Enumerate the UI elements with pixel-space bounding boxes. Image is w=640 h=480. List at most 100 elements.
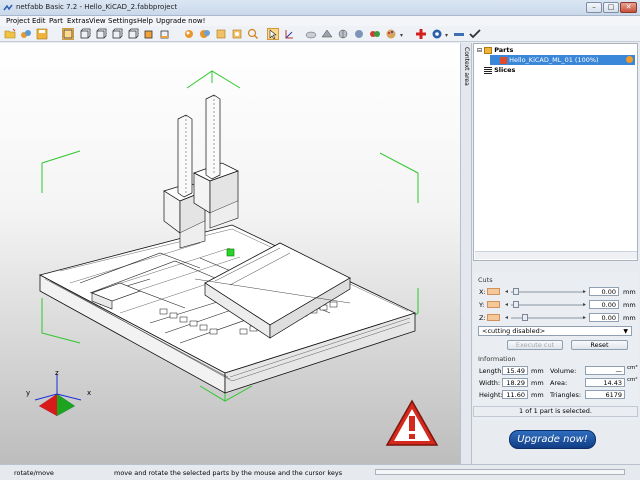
menu-upgrade-now[interactable]: Upgrade now! xyxy=(156,17,205,25)
maximize-button[interactable]: □ xyxy=(603,2,619,13)
cut-z-left-arrow[interactable]: ◂ xyxy=(505,314,508,321)
selection-status: 1 of 1 part is selected. xyxy=(473,406,638,417)
window-title: netfabb Basic 7.2 - Hello_KiCAD_2.fabbpr… xyxy=(16,3,178,11)
repair-icon[interactable] xyxy=(353,28,365,40)
analysis-icon[interactable] xyxy=(337,28,349,40)
context-area-label: Context area xyxy=(463,47,470,86)
boolean-icon[interactable] xyxy=(369,28,381,40)
close-button[interactable]: ✕ xyxy=(620,2,637,13)
magnifier-icon[interactable] xyxy=(247,28,259,40)
settings-icon[interactable] xyxy=(431,28,443,40)
cut-x-unit: mm xyxy=(623,288,636,296)
cut-y-unit: mm xyxy=(623,301,636,309)
project-tree: ⊟ Parts Hello_KiCAD_ML_01 (100%) Slices xyxy=(473,43,638,261)
cut-x-slider-track[interactable] xyxy=(511,291,585,293)
properties-panel: Cuts X: ◂ ▸ 0.00 mm Y: ◂ ▸ 0.00 mm Z: ◂ … xyxy=(473,272,638,420)
area-value: 14.43 xyxy=(585,378,625,387)
warning-icon[interactable] xyxy=(384,398,440,448)
menu-edit[interactable]: Edit xyxy=(32,17,46,25)
length-value: 15.49 xyxy=(502,366,528,375)
status-bar: rotate/move move and rotate the selected… xyxy=(0,464,640,480)
cut-x-right-arrow[interactable]: ▸ xyxy=(583,288,586,295)
toolbar: ▾ ▾ xyxy=(0,26,640,42)
gizmo-z-label: z xyxy=(55,369,59,377)
zoom-part-icon[interactable] xyxy=(215,28,227,40)
cut-x-label: X: xyxy=(479,288,486,296)
rotate-tool-icon[interactable] xyxy=(283,28,295,40)
cut-x-slider-thumb[interactable] xyxy=(513,288,519,295)
palette-dropdown-icon[interactable]: ▾ xyxy=(400,32,403,39)
reset-button[interactable]: Reset xyxy=(571,340,628,350)
view-back-icon[interactable] xyxy=(95,28,107,40)
chevron-down-icon: ▼ xyxy=(623,328,628,335)
view-top-icon[interactable] xyxy=(143,28,155,40)
volume-unit: cm³ xyxy=(627,365,638,371)
cut-x-left-arrow[interactable]: ◂ xyxy=(505,288,508,295)
checkmark-icon[interactable] xyxy=(469,28,481,40)
add-part-icon[interactable] xyxy=(20,28,32,40)
width-unit: mm xyxy=(531,379,544,387)
add-cross-icon[interactable] xyxy=(415,28,427,40)
menu-project[interactable]: Project xyxy=(6,17,30,25)
view-right-icon[interactable] xyxy=(127,28,139,40)
menu-extras[interactable]: Extras xyxy=(67,17,89,25)
minimize-button[interactable]: – xyxy=(586,2,602,13)
minus-icon[interactable] xyxy=(453,28,465,40)
select-pointer-button[interactable] xyxy=(267,28,279,40)
gizmo-y-label: y xyxy=(26,389,30,397)
menu-help[interactable]: Help xyxy=(137,17,153,25)
menu-view[interactable]: View xyxy=(89,17,106,25)
netfabb-logo-icon xyxy=(3,4,13,11)
view-front-icon[interactable] xyxy=(79,28,91,40)
area-unit: cm² xyxy=(627,377,638,383)
section-icon[interactable] xyxy=(321,28,333,40)
open-folder-icon[interactable] xyxy=(4,28,16,40)
cut-y-left-arrow[interactable]: ◂ xyxy=(505,301,508,308)
status-hint: move and rotate the selected parts by th… xyxy=(114,469,343,477)
gizmo-x-label: x xyxy=(87,389,91,397)
cut-y-right-arrow[interactable]: ▸ xyxy=(583,301,586,308)
status-progress-bar xyxy=(375,469,625,475)
zoom-all-icon[interactable] xyxy=(183,28,195,40)
cut-z-slider-thumb[interactable] xyxy=(522,314,528,321)
cut-y-slider-track[interactable] xyxy=(511,304,585,306)
cut-y-value[interactable]: 0.00 xyxy=(589,300,619,309)
context-area-tab[interactable]: Context area xyxy=(460,43,472,464)
tree-part-label: Hello_KiCAD_ML_01 (100%) xyxy=(509,56,599,64)
execute-cut-button[interactable]: Execute cut xyxy=(507,340,563,350)
tree-horizontal-scrollbar[interactable] xyxy=(475,251,637,259)
cut-z-right-arrow[interactable]: ▸ xyxy=(583,314,586,321)
height-value: 11.60 xyxy=(502,390,528,399)
cut-y-slider-thumb[interactable] xyxy=(513,301,519,308)
menu-settings[interactable]: Settings xyxy=(108,17,137,25)
cut-z-value[interactable]: 0.00 xyxy=(589,313,619,322)
cut-x-color[interactable] xyxy=(487,288,500,295)
tree-slices-label: Slices xyxy=(494,66,516,74)
settings-dropdown-icon[interactable]: ▾ xyxy=(445,32,448,39)
axis-gizmo xyxy=(34,374,82,416)
zoom-window-icon[interactable] xyxy=(231,28,243,40)
tree-part-item[interactable]: Hello_KiCAD_ML_01 (100%) xyxy=(490,55,635,65)
zoom-selected-icon[interactable] xyxy=(199,28,211,40)
triangles-label: Triangles: xyxy=(550,391,582,399)
view-bottom-icon[interactable] xyxy=(159,28,171,40)
save-icon[interactable] xyxy=(36,28,48,40)
information-title: Information xyxy=(478,355,516,363)
cut-y-color[interactable] xyxy=(487,301,500,308)
upgrade-now-button[interactable]: Upgrade now! xyxy=(509,430,596,449)
cut-mode-select[interactable]: <cutting disabled> ▼ xyxy=(478,326,632,336)
tree-parts[interactable]: ⊟ Parts xyxy=(477,45,513,55)
color-palette-icon[interactable] xyxy=(385,28,397,40)
menu-bar: Project Edit Part Extras View Settings H… xyxy=(0,16,640,26)
triangles-value: 6179 xyxy=(585,390,625,399)
view-left-icon[interactable] xyxy=(111,28,123,40)
part-status-icon xyxy=(500,56,507,64)
cut-z-color[interactable] xyxy=(487,314,500,321)
cut-x-value[interactable]: 0.00 xyxy=(589,287,619,296)
view-default-button[interactable] xyxy=(62,28,74,40)
volume-value: — xyxy=(585,366,625,375)
part-color-icon[interactable] xyxy=(626,56,633,63)
tree-slices[interactable]: Slices xyxy=(484,65,515,75)
menu-part[interactable]: Part xyxy=(49,17,63,25)
measure-icon[interactable] xyxy=(305,28,317,40)
